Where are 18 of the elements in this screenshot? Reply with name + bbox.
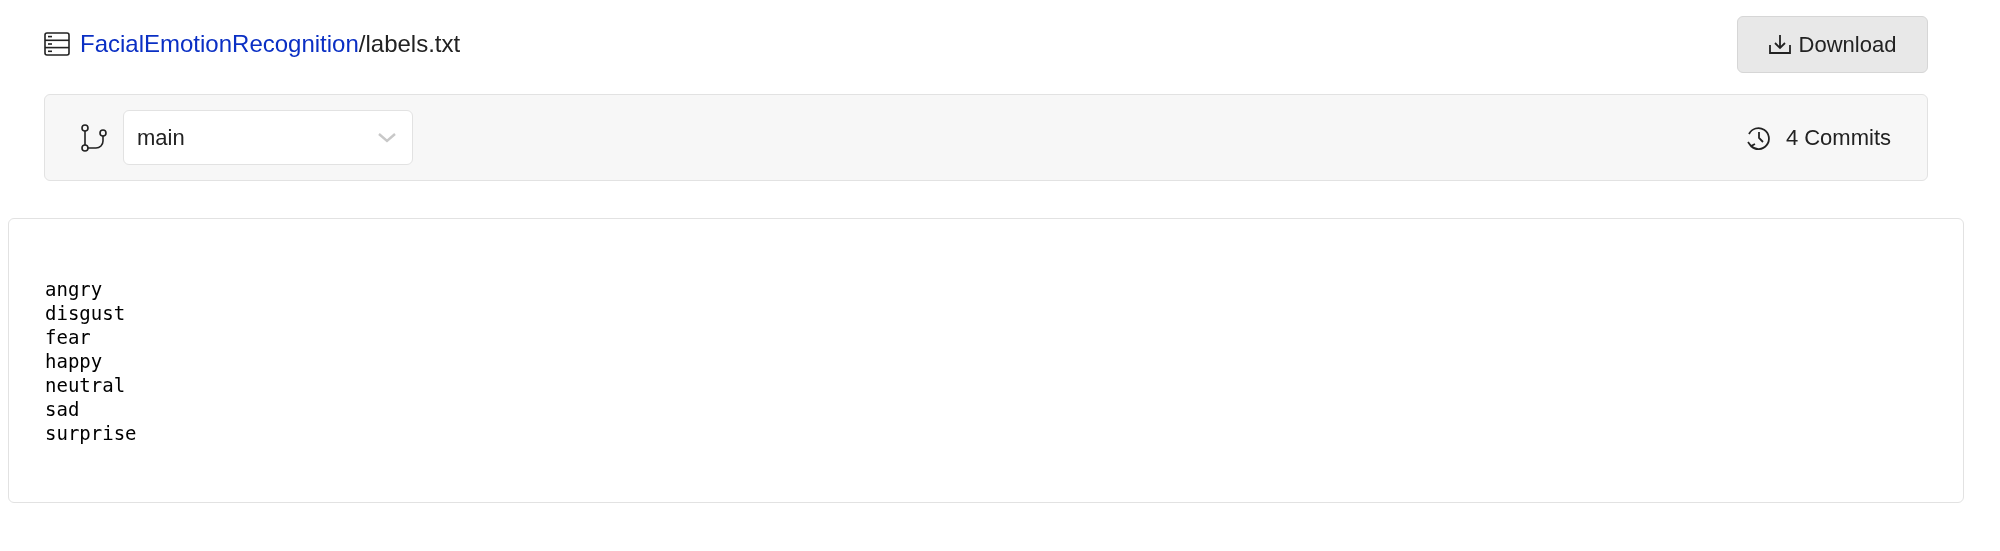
- code-line: angry: [45, 277, 103, 301]
- branch-select[interactable]: main: [123, 110, 413, 165]
- code-line: neutral: [45, 373, 126, 397]
- path-separator: /: [358, 32, 366, 56]
- download-icon: [1768, 33, 1791, 55]
- code-line: fear: [45, 325, 91, 349]
- branch-icon: [81, 123, 107, 152]
- code-line: disgust: [45, 301, 126, 325]
- server-icon: [44, 32, 70, 56]
- history-icon: [1745, 124, 1772, 151]
- code-line: surprise: [45, 421, 137, 445]
- commits-link[interactable]: 4 Commits: [1745, 121, 1891, 154]
- file-name: labels.txt: [365, 32, 461, 56]
- code-line: happy: [45, 349, 103, 373]
- chevron-down-icon: [378, 132, 396, 143]
- code-line: sad: [45, 397, 80, 421]
- repository-link[interactable]: FacialEmotionRecognition: [80, 32, 359, 56]
- download-button[interactable]: Download: [1737, 15, 1928, 73]
